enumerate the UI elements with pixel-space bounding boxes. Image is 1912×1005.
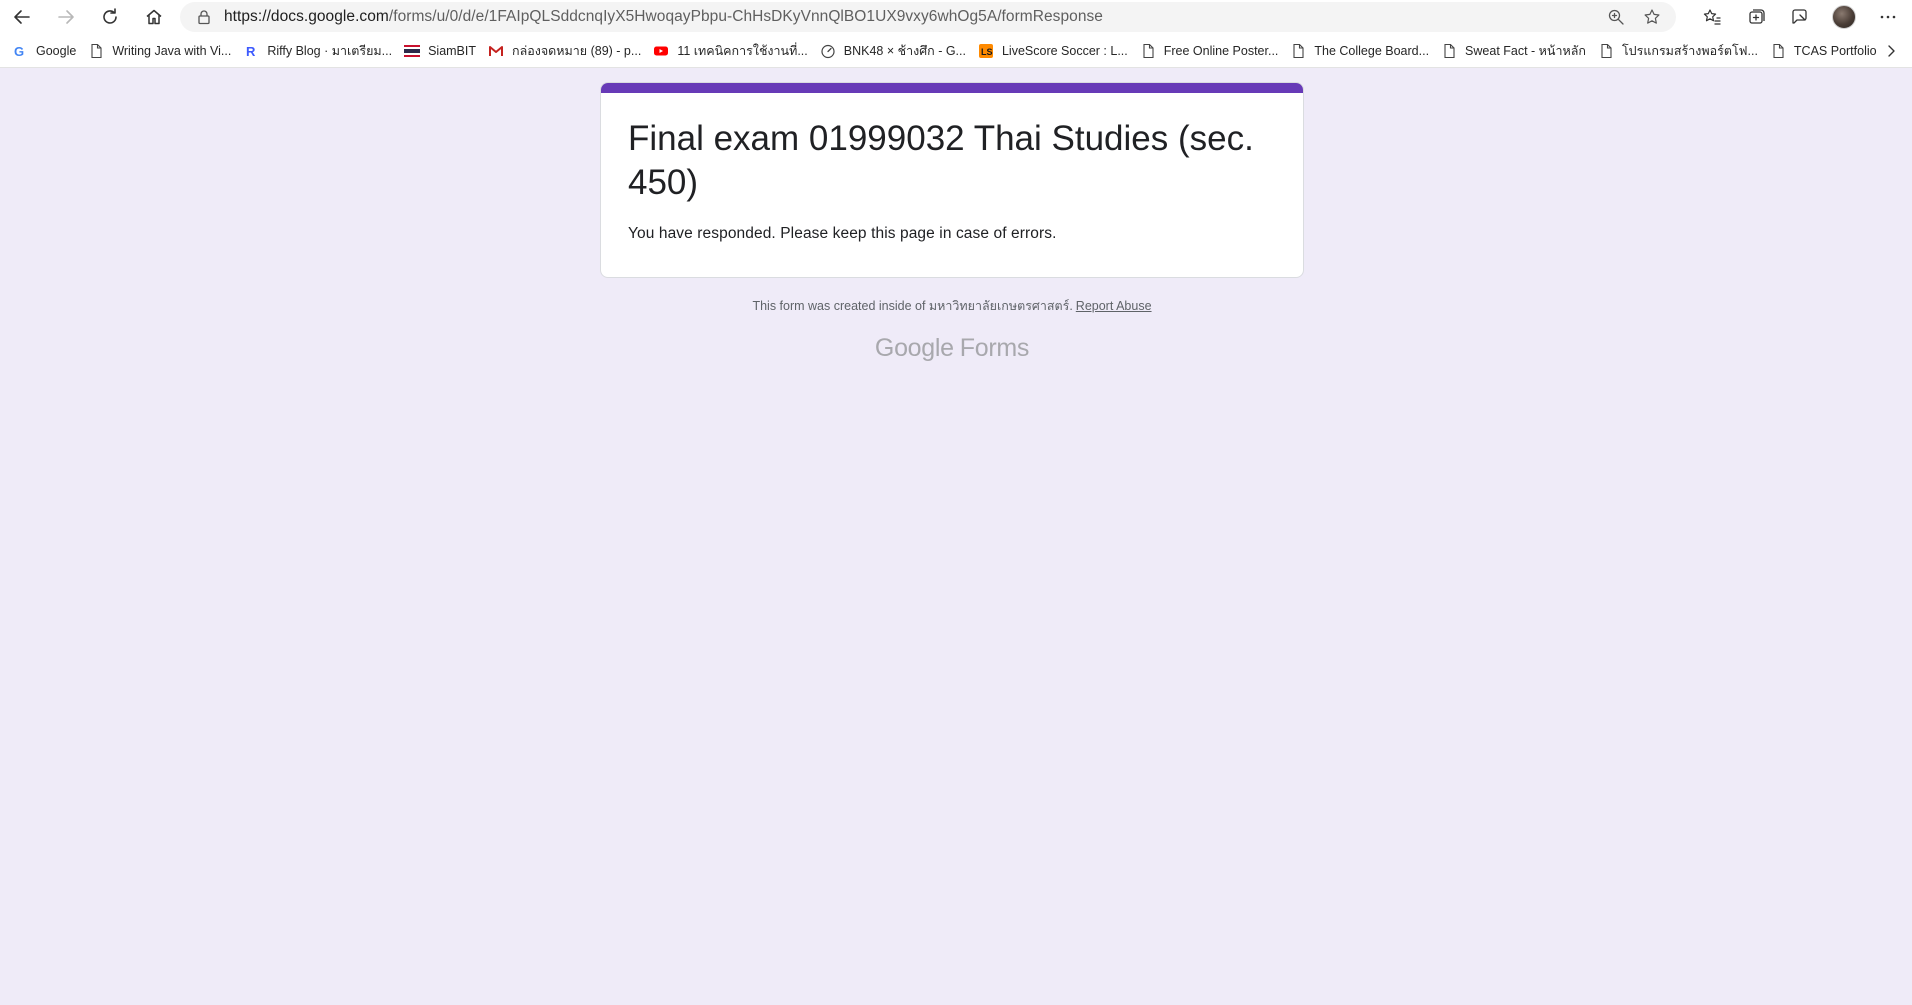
form-accent-bar [601,83,1303,93]
bookmark-label: The College Board... [1314,43,1430,58]
address-bar[interactable]: https://docs.google.com/forms/u/0/d/e/1F… [180,2,1676,32]
bookmark-label: Free Online Poster... [1163,43,1279,58]
bookmark-label: Riffy Blog · มาเตรียม... [267,43,393,58]
bookmark-writing-java[interactable]: Writing Java with Vi... [84,38,239,64]
bookmark-label: Sweat Fact - หน้าหลัก [1465,43,1586,58]
logo-forms-text: Forms [959,334,1030,362]
zoom-icon[interactable] [1598,2,1634,32]
feedback-icon[interactable] [1778,0,1822,34]
url-path: /forms/u/0/d/e/1FAIpQLSddcnqIyX5HwoqayPb… [388,8,1103,25]
bookmark-gmail[interactable]: กล่องจดหมาย (89) - p... [484,38,649,64]
url-text[interactable]: https://docs.google.com/forms/u/0/d/e/1F… [224,8,1103,26]
lock-icon[interactable] [184,2,224,32]
google-icon: G [12,43,28,59]
collections-icon[interactable] [1734,0,1778,34]
svg-text:LS: LS [981,47,993,57]
livescore-icon: LS [978,43,994,59]
page-icon [1770,43,1786,59]
bookmark-google[interactable]: G Google [8,38,84,64]
bookmark-label: SiamBIT [428,43,477,58]
youtube-icon [653,43,669,59]
star-icon[interactable] [1634,2,1670,32]
response-message: You have responded. Please keep this pag… [628,225,1057,242]
back-arrow-icon[interactable] [0,0,44,34]
report-abuse-link[interactable]: Report Abuse [1076,299,1152,313]
svg-text:G: G [14,44,24,59]
google-forms-logo[interactable]: Google Forms [0,334,1904,363]
logo-google-text: Google [874,334,954,362]
page-icon [1441,43,1457,59]
refresh-icon[interactable] [88,0,132,34]
page-icon [1140,43,1156,59]
speedometer-icon [820,43,836,59]
bookmark-label: 11 เทคนิคการใช้งานที่... [677,43,808,58]
bookmark-label: BNK48 × ช้างศึก - G... [843,43,966,58]
bookmark-riffy-blog[interactable]: R Riffy Blog · มาเตรียม... [239,38,400,64]
page-icon [88,43,104,59]
bookmark-siambit[interactable]: SiamBIT [400,38,484,64]
svg-text:R: R [246,44,256,59]
bookmark-sweat-fact[interactable]: Sweat Fact - หน้าหลัก [1437,38,1594,64]
bookmarks-bar: G Google Writing Java with Vi... R Riffy… [0,34,1912,68]
form-title: Final exam 01999032 Thai Studies (sec. 4… [628,119,1254,202]
bookmark-bnk48[interactable]: BNK48 × ช้างศึก - G... [816,38,974,64]
bookmark-label: โปรแกรมสร้างพอร์ตโฟ... [1621,43,1758,58]
bookmark-label: Writing Java with Vi... [112,43,232,58]
bookmark-tcas-portfolio[interactable]: TCAS Portfolio [1766,38,1885,64]
bookmark-label: Google [36,43,77,58]
riffy-icon: R [243,43,259,59]
browser-toolbar: https://docs.google.com/forms/u/0/d/e/1F… [0,0,1912,34]
bookmark-college-board[interactable]: The College Board... [1286,38,1437,64]
footer-note-text: This form was created inside of มหาวิทยา… [752,299,1073,313]
bookmark-label: กล่องจดหมาย (89) - p... [512,43,642,58]
page-icon [1290,43,1306,59]
favorites-icon[interactable] [1690,0,1734,34]
forward-arrow-icon[interactable] [44,0,88,34]
url-host: https://docs.google.com [224,8,389,25]
bookmark-portfolio-program[interactable]: โปรแกรมสร้างพอร์ตโฟ... [1594,38,1766,64]
bookmark-poster[interactable]: Free Online Poster... [1136,38,1287,64]
chevron-right-icon[interactable] [1884,34,1898,68]
more-icon[interactable] [1866,0,1910,34]
profile-avatar[interactable] [1822,0,1866,34]
form-response-card: Final exam 01999032 Thai Studies (sec. 4… [600,82,1304,278]
avatar[interactable] [1832,5,1856,29]
bookmark-label: LiveScore Soccer : L... [1001,43,1128,58]
form-footer-note: This form was created inside of มหาวิทยา… [0,296,1904,316]
page-icon [1598,43,1614,59]
home-icon[interactable] [132,0,176,34]
thai-flag-icon [404,43,421,59]
bookmark-label: TCAS Portfolio [1793,43,1877,58]
bookmark-livescore[interactable]: LS LiveScore Soccer : L... [974,38,1136,64]
gmail-icon [488,43,504,59]
bookmark-youtube[interactable]: 11 เทคนิคการใช้งานที่... [649,38,815,64]
